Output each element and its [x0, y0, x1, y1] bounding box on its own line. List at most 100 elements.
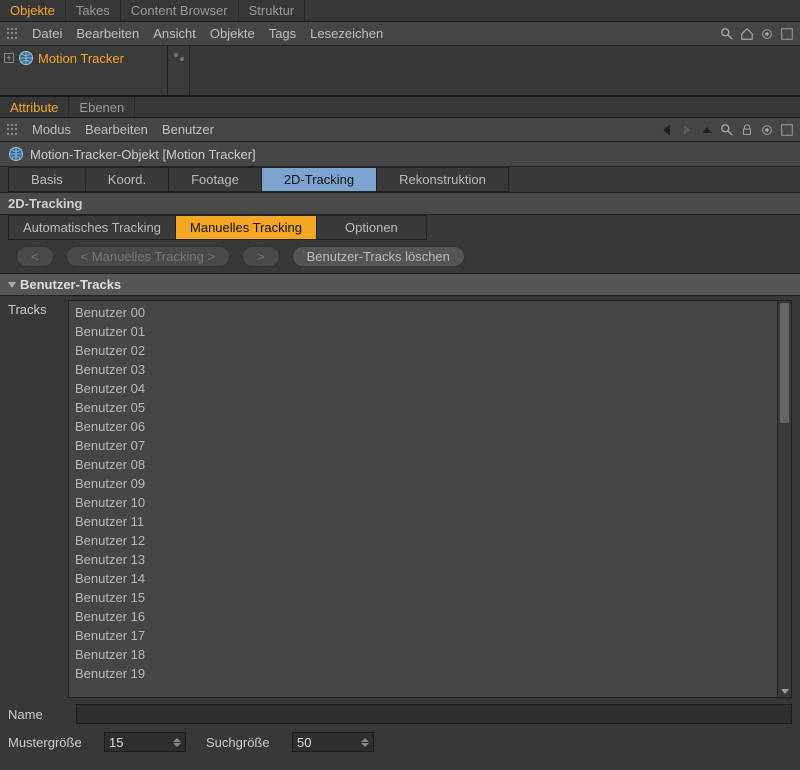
track-item[interactable]: Benutzer 07 [75, 436, 785, 455]
subtab-auto-tracking[interactable]: Automatisches Tracking [8, 215, 176, 240]
object-manager-menubar: Datei Bearbeiten Ansicht Objekte Tags Le… [0, 22, 800, 46]
spinner-up-icon[interactable] [173, 738, 181, 742]
menu-datei[interactable]: Datei [32, 26, 62, 41]
search-icon[interactable] [720, 27, 734, 41]
track-item[interactable]: Benutzer 00 [75, 303, 785, 322]
track-item[interactable]: Benutzer 12 [75, 531, 785, 550]
attribute-menubar: Modus Bearbeiten Benutzer [0, 118, 800, 142]
menu-bearbeiten[interactable]: Bearbeiten [85, 122, 148, 137]
menu-ansicht[interactable]: Ansicht [153, 26, 196, 41]
track-item[interactable]: Benutzer 14 [75, 569, 785, 588]
scrollbar[interactable] [777, 301, 791, 697]
such-input[interactable]: 50 [292, 732, 374, 752]
object-label: Motion Tracker [38, 51, 124, 66]
track-item[interactable]: Benutzer 09 [75, 474, 785, 493]
lock-icon[interactable] [740, 123, 754, 137]
name-row: Name [0, 698, 800, 726]
prev-button: < [16, 246, 54, 267]
options-icon[interactable] [760, 27, 774, 41]
group-header-benutzer-tracks[interactable]: Benutzer-Tracks [0, 273, 800, 296]
tracks-area: Tracks Benutzer 00Benutzer 01Benutzer 02… [0, 296, 800, 698]
tab-2d-tracking[interactable]: 2D-Tracking [262, 167, 377, 192]
tracks-listbox[interactable]: Benutzer 00Benutzer 01Benutzer 02Benutze… [68, 300, 792, 698]
nav-row: < < Manuelles Tracking > > Benutzer-Trac… [0, 240, 800, 273]
search-icon[interactable] [720, 123, 734, 137]
delete-user-tracks-button[interactable]: Benutzer-Tracks löschen [292, 246, 465, 267]
tab-ebenen[interactable]: Ebenen [69, 97, 135, 117]
menu-lesezeichen[interactable]: Lesezeichen [310, 26, 383, 41]
spinner-up-icon[interactable] [361, 738, 369, 742]
tab-footage[interactable]: Footage [169, 167, 262, 192]
muster-value: 15 [109, 735, 123, 750]
options-icon[interactable] [760, 123, 774, 137]
track-item[interactable]: Benutzer 15 [75, 588, 785, 607]
tracking-subtabs: Automatisches Tracking Manuelles Trackin… [0, 215, 800, 240]
such-label: Suchgröße [206, 735, 282, 750]
tab-struktur[interactable]: Struktur [239, 0, 306, 21]
track-item[interactable]: Benutzer 08 [75, 455, 785, 474]
tab-koord[interactable]: Koord. [86, 167, 169, 192]
tab-attribute[interactable]: Attribute [0, 97, 69, 117]
menu-bearbeiten[interactable]: Bearbeiten [76, 26, 139, 41]
name-input[interactable] [76, 704, 792, 724]
grip-icon[interactable] [6, 28, 18, 40]
subtab-manual-tracking[interactable]: Manuelles Tracking [176, 215, 317, 240]
manual-toggle-button: < Manuelles Tracking > [66, 246, 230, 267]
track-item[interactable]: Benutzer 05 [75, 398, 785, 417]
name-label: Name [8, 707, 66, 722]
track-item[interactable]: Benutzer 03 [75, 360, 785, 379]
track-item[interactable]: Benutzer 11 [75, 512, 785, 531]
track-item[interactable]: Benutzer 10 [75, 493, 785, 512]
maximize-icon[interactable] [780, 123, 794, 137]
menu-benutzer[interactable]: Benutzer [162, 122, 214, 137]
tab-takes[interactable]: Takes [66, 0, 121, 21]
object-manager-tabs: Objekte Takes Content Browser Struktur [0, 0, 800, 22]
track-item[interactable]: Benutzer 06 [75, 417, 785, 436]
tracks-label: Tracks [8, 300, 68, 698]
maximize-icon[interactable] [780, 27, 794, 41]
tab-content-browser[interactable]: Content Browser [121, 0, 239, 21]
tab-objekte[interactable]: Objekte [0, 0, 66, 21]
track-item[interactable]: Benutzer 04 [75, 379, 785, 398]
track-item[interactable]: Benutzer 13 [75, 550, 785, 569]
muster-label: Mustergröße [8, 735, 94, 750]
track-item[interactable]: Benutzer 16 [75, 607, 785, 626]
history-up-icon[interactable] [700, 123, 714, 137]
tag-area [190, 46, 800, 95]
object-row-motion-tracker[interactable]: + Motion Tracker [4, 50, 163, 66]
muster-input[interactable]: 15 [104, 732, 186, 752]
scroll-thumb[interactable] [780, 303, 789, 423]
section-heading: 2D-Tracking [0, 193, 800, 215]
history-fwd-icon[interactable] [680, 123, 694, 137]
object-title: Motion-Tracker-Objekt [Motion Tracker] [30, 147, 256, 162]
object-tree: + Motion Tracker [0, 46, 168, 95]
track-item[interactable]: Benutzer 19 [75, 664, 785, 683]
scroll-down-button[interactable] [778, 685, 791, 697]
tab-basis[interactable]: Basis [8, 167, 86, 192]
motion-tracker-icon [8, 146, 24, 162]
attribute-tabs: Attribute Ebenen [0, 96, 800, 118]
object-tree-panel: + Motion Tracker [0, 46, 800, 96]
visibility-dots-icon [173, 52, 185, 62]
track-item[interactable]: Benutzer 18 [75, 645, 785, 664]
home-icon[interactable] [740, 27, 754, 41]
grip-icon[interactable] [6, 124, 18, 136]
object-title-row: Motion-Tracker-Objekt [Motion Tracker] [0, 142, 800, 167]
next-button: > [242, 246, 280, 267]
chevron-down-icon [8, 282, 16, 288]
subtab-optionen[interactable]: Optionen [317, 215, 427, 240]
visibility-column[interactable] [168, 46, 190, 95]
such-value: 50 [297, 735, 311, 750]
menu-objekte[interactable]: Objekte [210, 26, 255, 41]
track-item[interactable]: Benutzer 17 [75, 626, 785, 645]
track-item[interactable]: Benutzer 02 [75, 341, 785, 360]
spinner-down-icon[interactable] [173, 743, 181, 747]
tab-rekonstruktion[interactable]: Rekonstruktion [377, 167, 509, 192]
menu-modus[interactable]: Modus [32, 122, 71, 137]
expand-icon[interactable]: + [4, 53, 14, 63]
property-tabs: Basis Koord. Footage 2D-Tracking Rekonst… [0, 167, 800, 193]
spinner-down-icon[interactable] [361, 743, 369, 747]
history-back-icon[interactable] [660, 123, 674, 137]
menu-tags[interactable]: Tags [269, 26, 296, 41]
track-item[interactable]: Benutzer 01 [75, 322, 785, 341]
